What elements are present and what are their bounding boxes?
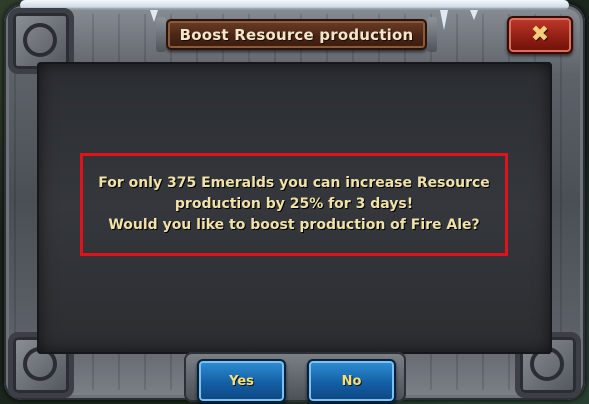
game-screen: Boost Resource production ✖ For only 375…	[0, 0, 589, 404]
message-line: For only 375 Emeralds you can increase R…	[98, 175, 490, 191]
message-line: production by 25% for 3 days!	[174, 196, 414, 212]
message-line: Would you like to boost production of Fi…	[108, 217, 480, 233]
title-plaque: Boost Resource production	[156, 17, 437, 52]
message-box: For only 375 Emeralds you can increase R…	[80, 153, 508, 256]
yes-button-label: Yes	[229, 373, 254, 389]
close-button[interactable]: ✖	[507, 16, 573, 54]
icicle-decoration	[440, 10, 448, 30]
no-button-label: No	[341, 373, 362, 389]
close-icon: ✖	[530, 22, 550, 47]
no-button[interactable]: No	[307, 359, 396, 403]
snow-decoration	[20, 0, 569, 10]
icicle-decoration	[470, 10, 478, 20]
dialog-title: Boost Resource production	[179, 25, 414, 44]
yes-button[interactable]: Yes	[197, 359, 286, 403]
